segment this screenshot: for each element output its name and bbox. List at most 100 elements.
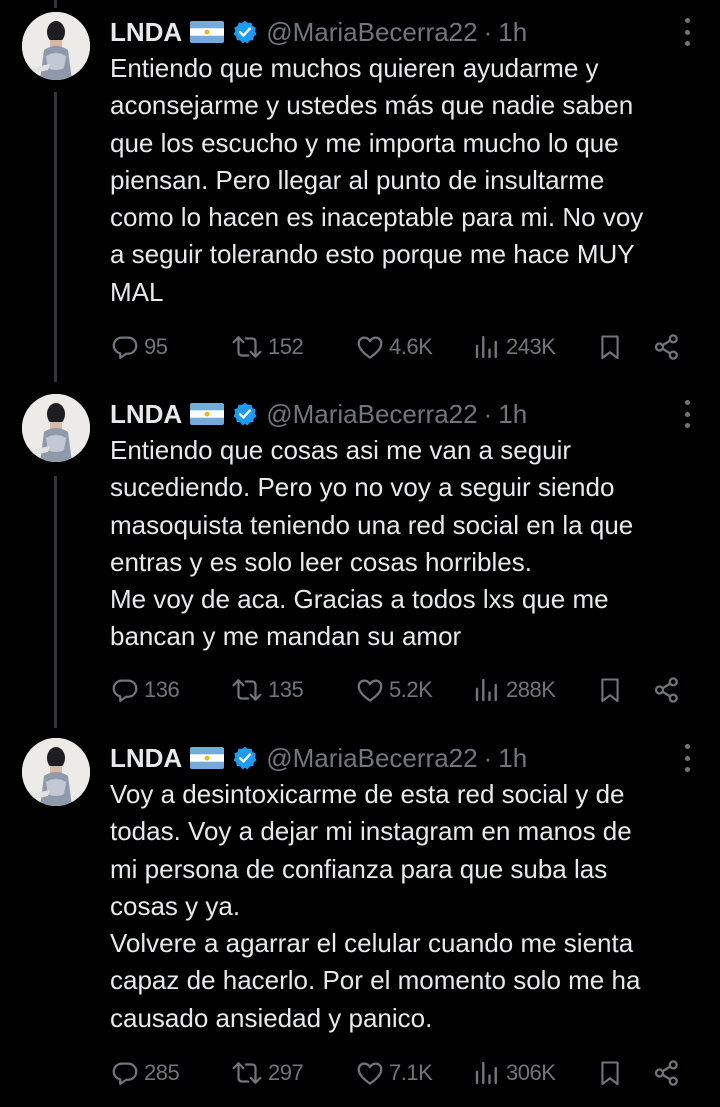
bookmark-icon xyxy=(601,678,619,703)
like-button[interactable]: 5.2K xyxy=(355,670,433,710)
tweet-text-line: Entiendo que cosas asi me van a seguir xyxy=(110,435,572,465)
tweet-text-line: Me voy de aca. Gracias a todos lxs que m… xyxy=(110,584,609,615)
reply-icon xyxy=(112,336,138,359)
tweet-text-line: bancan y me mandan su amor xyxy=(110,621,462,652)
like-count: 4.6K xyxy=(389,334,433,359)
repost-count: 297 xyxy=(268,1060,304,1085)
views-chart-icon xyxy=(475,1061,497,1085)
like-count: 7.1K xyxy=(389,1060,433,1085)
heart-icon xyxy=(357,336,383,359)
repost-button[interactable]: 297 xyxy=(230,1053,304,1093)
reply-count: 285 xyxy=(144,1060,180,1085)
timestamp[interactable]: 1h xyxy=(498,743,527,774)
display-name[interactable]: LNDA xyxy=(110,743,182,774)
bookmark-button[interactable] xyxy=(596,670,624,710)
views-button[interactable]: 306K xyxy=(472,1053,556,1093)
view-count: 306K xyxy=(506,1060,556,1085)
verified-badge-icon xyxy=(233,746,257,770)
tweet-text-line: Voy a desintoxicarme de esta red social … xyxy=(110,779,625,809)
reply-icon xyxy=(112,679,138,702)
separator: · xyxy=(483,742,493,773)
reply-button[interactable]: 95 xyxy=(110,327,168,367)
tweet-text-line: Entiendo que muchos quieren ayudarme y xyxy=(110,53,599,83)
share-icon xyxy=(654,334,678,360)
tweet-text-line: a seguir tolerando esto porque me hace M… xyxy=(110,239,635,270)
avatar-photo xyxy=(22,394,90,462)
tweet-text: Entiendo que cosas asi me van a seguir s… xyxy=(110,432,700,656)
tweet-text-line: MAL xyxy=(110,276,164,307)
like-button[interactable]: 7.1K xyxy=(355,1053,433,1093)
tweet-text-line: masoquista teniendo una red social en la… xyxy=(110,509,634,540)
tweet-header: LNDA @MariaBecerra22 · 1h xyxy=(110,12,527,52)
separator: · xyxy=(483,398,493,429)
like-button[interactable]: 4.6K xyxy=(355,327,433,367)
avatar-photo xyxy=(22,12,90,80)
reply-count: 95 xyxy=(144,334,168,359)
share-button[interactable] xyxy=(652,327,682,367)
repost-icon xyxy=(232,1062,262,1084)
repost-button[interactable]: 135 xyxy=(230,670,304,710)
avatar[interactable] xyxy=(22,394,90,462)
repost-count: 135 xyxy=(268,677,304,702)
tweet-text-line: capaz de hacerlo. Por el momento solo me… xyxy=(110,965,641,996)
views-chart-icon xyxy=(475,678,497,702)
verified-badge-icon xyxy=(233,20,257,44)
tweet-text-line: todas. Voy a dejar mi instagram en manos… xyxy=(110,816,632,847)
more-options-icon[interactable] xyxy=(682,744,692,772)
action-bar: 285 297 7.1K 306K xyxy=(110,1053,690,1093)
bookmark-button[interactable] xyxy=(596,327,624,367)
bookmark-button[interactable] xyxy=(596,1053,624,1093)
tweet-text-line: sucediendo. Pero yo no voy a seguir sien… xyxy=(110,472,615,503)
more-options-icon[interactable] xyxy=(682,400,692,428)
thread-line xyxy=(54,92,57,382)
tweet-text-line: piensan. Pero llegar al punto de insulta… xyxy=(110,164,605,195)
timestamp[interactable]: 1h xyxy=(498,17,527,48)
like-count: 5.2K xyxy=(389,677,433,702)
views-button[interactable]: 288K xyxy=(472,670,556,710)
heart-icon xyxy=(357,679,383,702)
action-bar: 95 152 4.6K 243K xyxy=(110,327,690,367)
views-chart-icon xyxy=(475,335,497,359)
argentina-flag-icon xyxy=(190,21,225,43)
share-icon xyxy=(654,1060,678,1086)
tweet-text-line: como lo hacen es inaceptable para mi. No… xyxy=(110,202,644,233)
tweet-text-line: que los escucho y me importa mucho lo qu… xyxy=(110,127,619,158)
argentina-flag-icon xyxy=(190,403,225,425)
tweet-text-line: entras y es solo leer cosas horribles. xyxy=(110,546,532,577)
more-options-icon[interactable] xyxy=(682,18,692,46)
action-bar: 136 135 5.2K 288K xyxy=(110,670,690,710)
user-handle[interactable]: @MariaBecerra22 xyxy=(266,17,477,48)
tweet-text: Entiendo que muchos quieren ayudarme y a… xyxy=(110,50,700,311)
avatar[interactable] xyxy=(22,12,90,80)
heart-icon xyxy=(357,1062,383,1085)
argentina-flag-icon xyxy=(190,747,225,769)
tweet-text-line: mi persona de confianza para que suba la… xyxy=(110,853,608,884)
verified-badge-icon xyxy=(233,402,257,426)
avatar-photo xyxy=(22,738,90,806)
tweet-header: LNDA @MariaBecerra22 · 1h xyxy=(110,738,527,778)
timestamp[interactable]: 1h xyxy=(498,399,527,430)
view-count: 243K xyxy=(506,334,556,359)
display-name[interactable]: LNDA xyxy=(110,399,182,430)
share-button[interactable] xyxy=(652,670,682,710)
reply-button[interactable]: 285 xyxy=(110,1053,180,1093)
tweet-text-line: aconsejarme y ustedes más que nadie sabe… xyxy=(110,90,634,121)
repost-count: 152 xyxy=(268,334,304,359)
display-name[interactable]: LNDA xyxy=(110,17,182,48)
user-handle[interactable]: @MariaBecerra22 xyxy=(266,399,477,430)
reply-icon xyxy=(112,1062,138,1085)
user-handle[interactable]: @MariaBecerra22 xyxy=(266,743,477,774)
views-button[interactable]: 243K xyxy=(472,327,556,367)
repost-icon xyxy=(232,679,262,701)
tweet-text: Voy a desintoxicarme de esta red social … xyxy=(110,776,700,1037)
repost-button[interactable]: 152 xyxy=(230,327,304,367)
share-button[interactable] xyxy=(652,1053,682,1093)
thread-line xyxy=(54,476,57,728)
tweet-header: LNDA @MariaBecerra22 · 1h xyxy=(110,394,527,434)
reply-button[interactable]: 136 xyxy=(110,670,180,710)
avatar[interactable] xyxy=(22,738,90,806)
thread-line xyxy=(54,0,57,8)
tweet-text-line: Volvere a agarrar el celular cuando me s… xyxy=(110,928,634,959)
bookmark-icon xyxy=(601,1061,619,1086)
tweet-text-line: cosas y ya. xyxy=(110,890,241,921)
